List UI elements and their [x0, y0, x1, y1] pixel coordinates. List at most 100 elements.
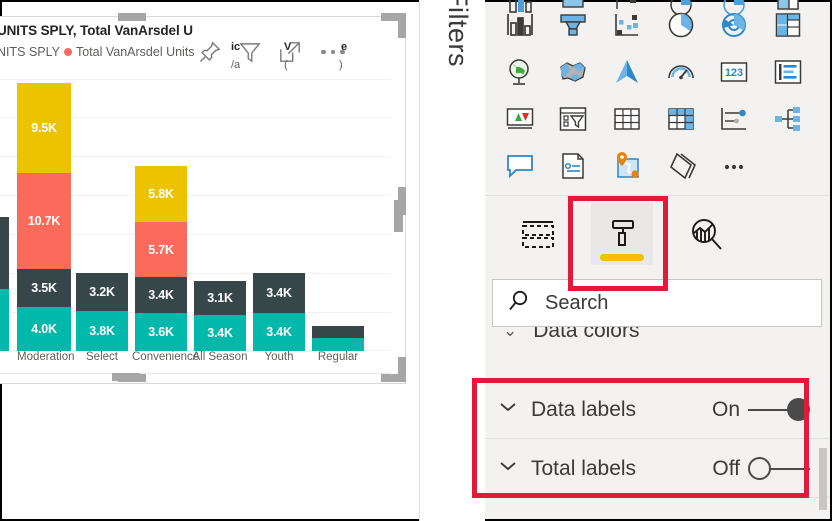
visual-header-toolbar[interactable]: [197, 39, 349, 65]
bar-label-dark-4: 3.1K: [207, 291, 233, 305]
format-pane-scroll-thumb[interactable]: [819, 448, 827, 510]
bar-seg-salmon-1[interactable]: 10.7K: [17, 173, 71, 269]
x-label-0: ne: [0, 351, 9, 363]
legend-item-1[interactable]: Total VanArsdel Units: [63, 45, 195, 59]
pane-tab-strip[interactable]: [507, 203, 737, 265]
bar-seg-teal-0[interactable]: [0, 289, 9, 351]
bar-seg-teal-4[interactable]: 3.4K: [194, 315, 246, 351]
more-options-icon[interactable]: [317, 49, 349, 55]
bar-seg-dark-0[interactable]: [0, 217, 9, 289]
format-tab[interactable]: [591, 203, 653, 265]
legend-item-0[interactable]: (clipped) NITS SPLY: [0, 45, 60, 59]
pane-divider: [485, 195, 830, 196]
filters-pane[interactable]: Filters: [419, 0, 485, 521]
chevron-down-icon-total-labels[interactable]: [485, 459, 531, 478]
stacked-bar-chart-icon[interactable]: [503, 8, 537, 42]
bar-label-dark-1: 3.5K: [31, 281, 57, 295]
bar-seg-dark-3[interactable]: 3.4K: [135, 277, 187, 313]
pie-chart-icon[interactable]: [664, 8, 698, 42]
bar-seg-dark-4[interactable]: 3.1K: [194, 281, 246, 315]
x-label-4: All Season: [192, 351, 248, 363]
gauge-icon[interactable]: [664, 55, 698, 89]
multirow-card-icon[interactable]: [771, 55, 805, 89]
globe-map-icon[interactable]: [503, 55, 537, 89]
stacked-column-visual[interactable]: UNITS SPLY, Total VanArsdel U (clipped) …: [0, 16, 406, 384]
data-labels-label: Data labels: [531, 397, 637, 421]
card-number-icon[interactable]: 123: [717, 55, 751, 89]
bar-group-5[interactable]: 3.4K 3.4K: [253, 273, 305, 351]
bar-seg-dark-6[interactable]: [312, 326, 364, 338]
bar-seg-teal-2[interactable]: 3.8K: [76, 311, 128, 351]
bar-seg-salmon-3[interactable]: 5.7K: [135, 222, 187, 277]
x-axis: ne Moderation Select Convenience All Sea…: [0, 351, 391, 371]
total-labels-row[interactable]: Total labels Off: [485, 440, 830, 498]
bar-label-salmon-3: 5.7K: [148, 242, 174, 257]
bar-group-2[interactable]: 3.8K 3.2K: [76, 273, 128, 351]
format-tab-indicator: [600, 254, 644, 261]
bar-group-6[interactable]: [312, 326, 364, 351]
kpi-icon[interactable]: [503, 102, 537, 136]
bar-seg-teal-6[interactable]: [312, 338, 364, 351]
total-labels-label: Total labels: [531, 456, 637, 480]
analytics-tab[interactable]: [675, 203, 737, 265]
bar-group-0[interactable]: [0, 217, 9, 351]
x-label-5: Youth: [264, 351, 294, 363]
arcgis-map-icon[interactable]: [610, 55, 644, 89]
bar-group-4[interactable]: 3.4K 3.1K: [194, 281, 246, 351]
filled-map-icon[interactable]: [556, 55, 590, 89]
table-icon[interactable]: [610, 102, 644, 136]
legend-color-dot: [63, 48, 72, 56]
resize-corner-tr-v[interactable]: [398, 13, 406, 38]
treemap-icon[interactable]: [771, 8, 805, 42]
bar-label-dark-3: 3.4K: [148, 288, 174, 302]
x-label-1: Moderation: [17, 351, 75, 363]
slicer-icon[interactable]: [556, 102, 590, 136]
data-labels-row[interactable]: Data labels On: [485, 381, 830, 439]
focus-mode-icon[interactable]: [277, 39, 303, 65]
svg-text:123: 123: [725, 67, 743, 79]
bar-group-1[interactable]: 4.0K 3.5K 10.7K 9.5K: [17, 83, 71, 351]
resize-handle-right[interactable]: [398, 187, 406, 215]
bar-seg-teal-3[interactable]: 3.6K: [135, 313, 187, 351]
bar-seg-dark-2[interactable]: 3.2K: [76, 273, 128, 311]
fields-tab[interactable]: [507, 203, 569, 265]
bar-seg-teal-1[interactable]: 4.0K: [17, 307, 71, 351]
plot-area: 4.0K 3.5K 10.7K 9.5K 3.8K 3.2K 3.6K 3.4K…: [0, 79, 391, 351]
filter-icon[interactable]: [237, 39, 263, 65]
bar-group-3[interactable]: 3.6K 3.4K 5.7K 5.8K: [135, 166, 187, 351]
bar-seg-dark-1[interactable]: 3.5K: [17, 269, 71, 307]
bar-seg-yellow-3[interactable]: 5.8K: [135, 166, 187, 222]
map-pin-icon[interactable]: [610, 149, 644, 183]
donut-chart-icon[interactable]: [717, 8, 751, 42]
bar-seg-dark-5[interactable]: 3.4K: [253, 273, 305, 313]
search-input[interactable]: [545, 291, 795, 315]
data-colors-section[interactable]: ⌄ Data colors: [485, 327, 830, 353]
pin-icon[interactable]: [197, 39, 223, 65]
more-visuals-options-icon[interactable]: [717, 149, 751, 183]
visualizations-pane: 123 Search ⌄ Data colors Data labels On …: [485, 0, 832, 521]
paginated-report-icon[interactable]: [556, 149, 590, 183]
chevron-down-icon-data-labels[interactable]: [485, 400, 531, 419]
bar-label-teal-5: 3.4K: [266, 325, 292, 339]
data-labels-state: On: [711, 397, 740, 421]
format-search-box[interactable]: [492, 279, 822, 327]
qna-icon[interactable]: [503, 149, 537, 183]
bar-seg-teal-5[interactable]: 3.4K: [253, 313, 305, 351]
bar-label-yellow-3: 5.8K: [148, 187, 174, 201]
funnel-chart-icon[interactable]: [556, 8, 590, 42]
data-colors-label: Data colors: [533, 327, 640, 342]
decomposition-tree-icon[interactable]: [771, 102, 805, 136]
influencer-chart-icon[interactable]: [717, 102, 751, 136]
data-labels-toggle[interactable]: [748, 397, 810, 422]
axis-rule: [0, 373, 391, 374]
get-more-visuals-icon[interactable]: [664, 149, 698, 183]
matrix-icon[interactable]: [664, 102, 698, 136]
resize-corner-br-v[interactable]: [398, 357, 406, 382]
total-labels-toggle[interactable]: [748, 456, 810, 481]
scatter-chart-icon[interactable]: [610, 8, 644, 42]
resize-handle-top[interactable]: [118, 13, 146, 21]
chevron-down-icon-data-colors[interactable]: ⌄: [503, 327, 517, 341]
bar-seg-yellow-1[interactable]: 9.5K: [17, 83, 71, 173]
resize-handle-bottom[interactable]: [118, 374, 146, 382]
bar-label-teal-4: 3.4K: [207, 326, 233, 340]
